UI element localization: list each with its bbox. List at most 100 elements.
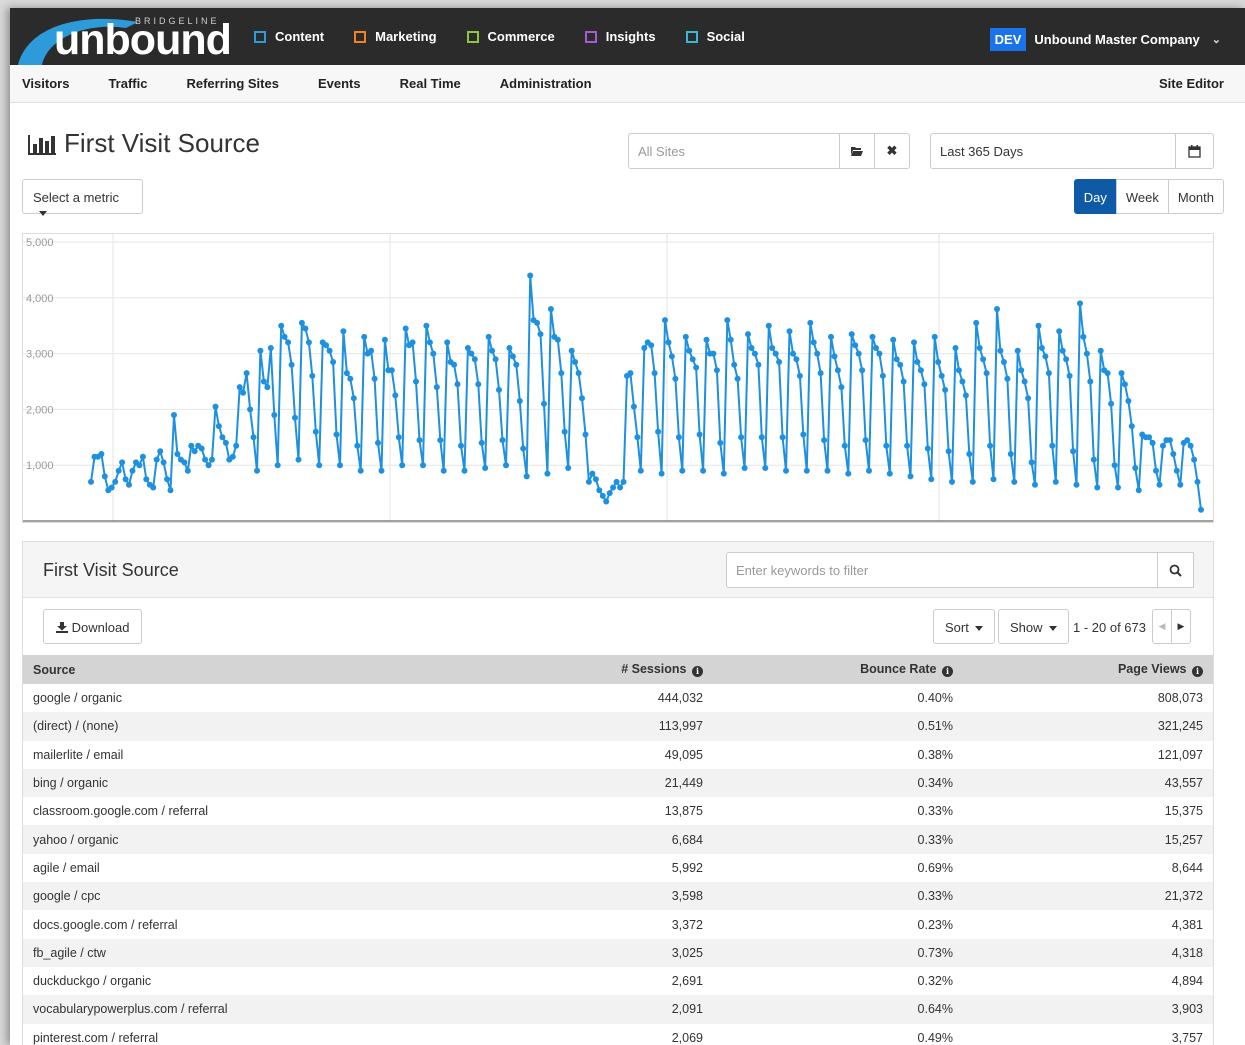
data-point[interactable]	[568, 347, 575, 354]
data-point[interactable]	[821, 437, 828, 444]
data-point[interactable]	[914, 359, 921, 365]
data-point[interactable]	[1198, 506, 1204, 513]
data-point[interactable]	[1149, 439, 1156, 446]
data-point[interactable]	[198, 445, 205, 452]
data-point[interactable]	[264, 384, 271, 391]
data-point[interactable]	[783, 467, 789, 474]
data-point[interactable]	[734, 375, 741, 382]
data-point[interactable]	[112, 478, 119, 485]
data-point[interactable]	[585, 478, 592, 485]
data-point[interactable]	[233, 442, 240, 449]
data-point[interactable]	[751, 350, 758, 357]
data-point[interactable]	[648, 342, 655, 349]
data-point[interactable]	[523, 473, 530, 480]
data-point[interactable]	[662, 317, 668, 324]
data-point[interactable]	[513, 361, 520, 368]
data-point[interactable]	[174, 451, 181, 457]
data-point[interactable]	[1173, 467, 1180, 474]
data-point[interactable]	[741, 465, 748, 471]
data-point[interactable]	[1108, 400, 1115, 407]
data-point[interactable]	[330, 359, 337, 365]
data-point[interactable]	[855, 350, 862, 357]
data-point[interactable]	[1135, 487, 1142, 494]
data-point[interactable]	[873, 345, 879, 351]
nav-administration[interactable]: Administration	[500, 76, 592, 91]
module-commerce[interactable]: Commerce	[466, 29, 555, 44]
data-point[interactable]	[990, 476, 997, 483]
data-point[interactable]	[392, 392, 399, 399]
granularity-week[interactable]: Week	[1115, 179, 1169, 214]
data-point[interactable]	[1042, 353, 1049, 360]
data-point[interactable]	[572, 359, 579, 365]
calendar-button[interactable]	[1175, 133, 1214, 169]
data-point[interactable]	[634, 434, 641, 441]
data-point[interactable]	[357, 467, 364, 474]
data-point[interactable]	[738, 434, 745, 441]
data-point[interactable]	[1087, 378, 1094, 385]
table-row[interactable]: fb_agile / ctw 3,025 0.73% 4,318	[23, 938, 1213, 967]
data-point[interactable]	[997, 347, 1004, 354]
unbound-logo[interactable]: BRIDGELINE unbound	[10, 8, 238, 65]
data-point[interactable]	[1146, 434, 1153, 441]
data-point[interactable]	[1177, 481, 1184, 488]
data-point[interactable]	[496, 386, 502, 393]
data-point[interactable]	[886, 470, 893, 477]
table-row[interactable]: yahoo / organic 6,684 0.33% 15,257	[23, 825, 1213, 854]
data-point[interactable]	[402, 325, 409, 332]
nav-events[interactable]: Events	[318, 76, 361, 91]
data-point[interactable]	[309, 372, 316, 379]
nav-traffic[interactable]: Traffic	[108, 76, 147, 91]
data-point[interactable]	[184, 467, 191, 474]
data-point[interactable]	[969, 478, 976, 485]
data-point[interactable]	[433, 384, 440, 391]
data-point[interactable]	[285, 339, 292, 346]
data-point[interactable]	[537, 331, 544, 338]
data-point[interactable]	[980, 356, 987, 363]
data-point[interactable]	[931, 333, 938, 340]
data-point[interactable]	[758, 434, 765, 441]
table-row[interactable]: (direct) / (none) 113,997 0.51% 321,245	[23, 712, 1213, 741]
table-row[interactable]: pinterest.com / referral 2,069 0.49% 3,757	[23, 1024, 1213, 1045]
data-point[interactable]	[807, 319, 814, 326]
data-point[interactable]	[1115, 484, 1121, 491]
data-point[interactable]	[606, 490, 613, 497]
data-point[interactable]	[1160, 442, 1166, 449]
col-page-views[interactable]: Page Views i	[963, 655, 1213, 684]
data-point[interactable]	[852, 342, 859, 349]
data-point[interactable]	[347, 375, 354, 382]
data-point[interactable]	[748, 345, 755, 351]
data-point[interactable]	[900, 378, 907, 385]
data-point[interactable]	[205, 462, 212, 469]
data-point[interactable]	[790, 350, 796, 357]
data-point[interactable]	[426, 339, 433, 346]
data-point[interactable]	[98, 451, 105, 457]
data-point[interactable]	[340, 328, 347, 335]
col-sessions[interactable]: # Sessions i	[513, 655, 713, 684]
data-point[interactable]	[814, 350, 821, 357]
data-point[interactable]	[710, 350, 717, 357]
table-row[interactable]: classroom.google.com / referral 13,875 0.3…	[23, 797, 1213, 825]
data-point[interactable]	[430, 350, 437, 357]
data-point[interactable]	[921, 381, 928, 388]
data-point[interactable]	[935, 359, 942, 365]
data-point[interactable]	[973, 319, 980, 326]
data-point[interactable]	[1125, 398, 1132, 404]
data-point[interactable]	[1028, 459, 1035, 466]
data-point[interactable]	[928, 476, 935, 483]
data-point[interactable]	[793, 356, 800, 363]
data-point[interactable]	[1049, 442, 1056, 449]
data-point[interactable]	[139, 453, 146, 460]
granularity-month[interactable]: Month	[1167, 179, 1224, 214]
data-point[interactable]	[942, 386, 949, 393]
data-point[interactable]	[388, 367, 395, 374]
data-point[interactable]	[129, 467, 136, 474]
data-point[interactable]	[1080, 333, 1087, 340]
data-point[interactable]	[983, 370, 990, 377]
info-icon[interactable]: i	[1192, 666, 1203, 677]
data-point[interactable]	[924, 445, 931, 452]
data-point[interactable]	[298, 319, 305, 326]
data-point[interactable]	[630, 403, 637, 410]
data-point[interactable]	[1004, 375, 1011, 382]
data-point[interactable]	[665, 339, 672, 346]
data-point[interactable]	[1191, 456, 1198, 463]
